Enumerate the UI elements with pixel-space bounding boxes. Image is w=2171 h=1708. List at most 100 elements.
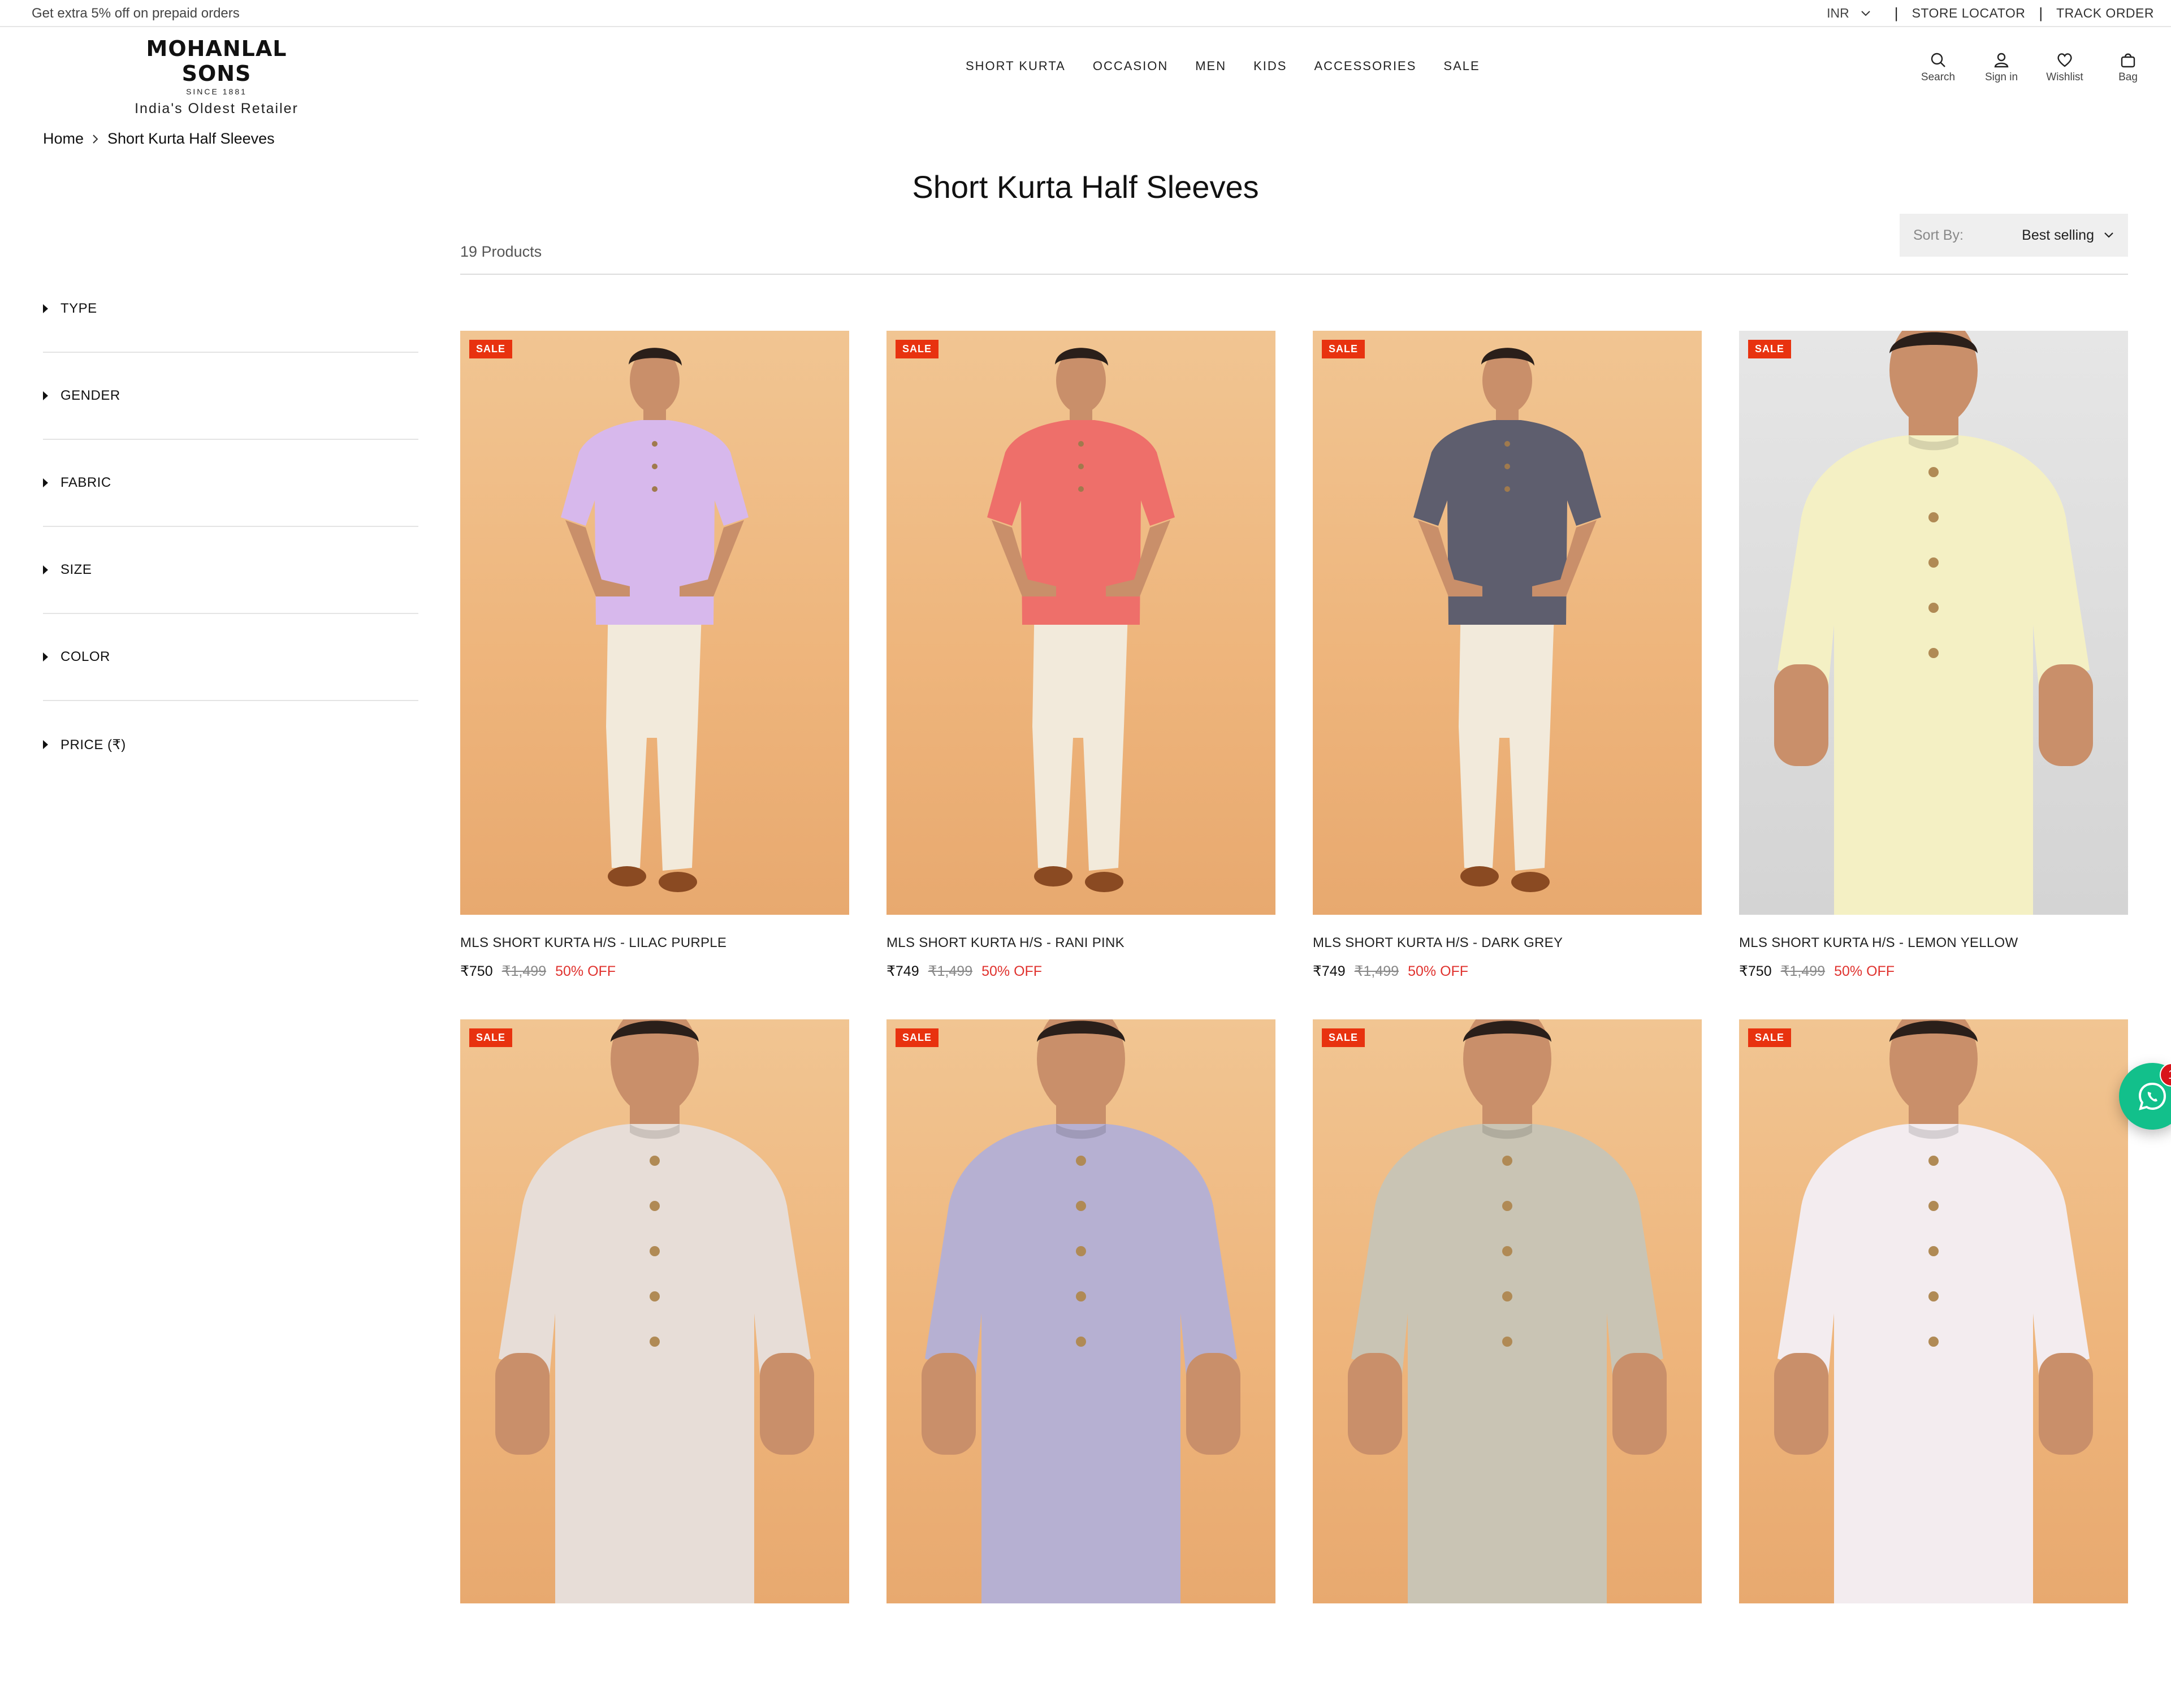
discount-label: 50% OFF — [981, 963, 1043, 979]
search-icon — [1931, 53, 1945, 67]
toolbar-divider — [460, 274, 2128, 275]
brand-since: SINCE 1881 — [186, 87, 247, 96]
currency-selector[interactable]: INR — [1827, 6, 1871, 21]
product-price: ₹750 ₹1,499 50% OFF — [1739, 963, 1895, 980]
sort-dropdown[interactable]: Sort By: Best selling — [1900, 214, 2128, 257]
sale-price: ₹750 — [460, 963, 493, 979]
filter-label: COLOR — [60, 649, 110, 664]
model-figure — [1774, 331, 2093, 915]
product-card[interactable]: SALE — [1313, 1019, 1702, 1708]
heart-icon — [2057, 53, 2072, 67]
sort-label: Sort By: — [1913, 227, 1964, 243]
product-image[interactable]: SALE — [886, 1019, 1275, 1603]
sale-badge: SALE — [469, 1028, 513, 1047]
page-title: Short Kurta Half Sleeves — [912, 169, 1259, 205]
product-card[interactable]: SALE MLS SHORT KURTA H/S - DARK GREY ₹74… — [1313, 331, 1702, 1019]
filter-type[interactable]: TYPE — [43, 266, 418, 353]
search-button[interactable]: Search — [1906, 51, 1970, 84]
product-price: ₹750 ₹1,499 50% OFF — [460, 963, 616, 980]
sale-badge: SALE — [896, 340, 939, 358]
track-order-link[interactable]: TRACK ORDER — [2056, 6, 2154, 21]
model-figure — [987, 348, 1175, 892]
filter-label: PRICE (₹) — [60, 737, 126, 753]
breadcrumb-home[interactable]: Home — [43, 130, 84, 148]
nav-sale[interactable]: SALE — [1443, 59, 1480, 73]
utility-links: INR | STORE LOCATOR | TRACK ORDER — [1827, 5, 2154, 22]
announcement-bar: Get extra 5% off on prepaid orders INR |… — [0, 0, 2171, 27]
nav-accessories[interactable]: ACCESSORIES — [1314, 59, 1416, 73]
model-figure — [1413, 348, 1601, 892]
filter-price[interactable]: PRICE (₹) — [43, 701, 418, 788]
sale-price: ₹749 — [1313, 963, 1346, 979]
filter-sidebar: TYPE GENDER FABRIC SIZE COLOR PRICE (₹) — [43, 266, 418, 788]
bag-button[interactable]: Bag — [2096, 51, 2160, 84]
model-figure — [495, 1019, 814, 1603]
wishlist-label: Wishlist — [2046, 71, 2083, 83]
caret-right-icon — [43, 565, 48, 574]
caret-right-icon — [43, 391, 48, 400]
user-icon — [1994, 53, 2009, 68]
original-price: ₹1,499 — [1354, 963, 1399, 979]
filter-label: GENDER — [60, 388, 120, 403]
nav-men[interactable]: MEN — [1195, 59, 1226, 73]
filter-gender[interactable]: GENDER — [43, 353, 418, 440]
product-card[interactable]: SALE MLS SHORT KURTA H/S - LEMON YELLOW … — [1739, 331, 2128, 1019]
brand-logo[interactable]: MOHANLAL SONS SINCE 1881 India's Oldest … — [123, 36, 310, 117]
main-nav: SHORT KURTA OCCASION MEN KIDS ACCESSORIE… — [966, 59, 1507, 73]
product-price: ₹749 ₹1,499 50% OFF — [886, 963, 1042, 980]
header-actions: Search Sign in Wishlist Bag — [1906, 51, 2160, 84]
product-image[interactable]: SALE — [1739, 331, 2128, 915]
sort-value: Best selling — [2022, 227, 2094, 243]
filter-size[interactable]: SIZE — [43, 527, 418, 614]
brand-tagline: India's Oldest Retailer — [135, 101, 299, 116]
product-image[interactable]: SALE — [1313, 331, 1702, 915]
search-label: Search — [1921, 71, 1956, 83]
product-card[interactable]: SALE — [886, 1019, 1275, 1708]
chevron-down-icon — [1861, 10, 1870, 16]
product-card[interactable]: SALE MLS SHORT KURTA H/S - RANI PINK ₹74… — [886, 331, 1275, 1019]
promo-text: Get extra 5% off on prepaid orders — [32, 6, 240, 21]
product-price: ₹749 ₹1,499 50% OFF — [1313, 963, 1468, 980]
chevron-down-icon — [2104, 232, 2113, 238]
sale-badge: SALE — [896, 1028, 939, 1047]
filter-label: FABRIC — [60, 475, 111, 490]
brand-name: MOHANLAL SONS — [146, 36, 287, 86]
product-card[interactable]: SALE — [1739, 1019, 2128, 1708]
product-name[interactable]: MLS SHORT KURTA H/S - LILAC PURPLE — [460, 935, 726, 951]
product-card[interactable]: SALE — [460, 1019, 849, 1708]
product-name[interactable]: MLS SHORT KURTA H/S - RANI PINK — [886, 935, 1125, 951]
caret-right-icon — [43, 652, 48, 661]
product-image[interactable]: SALE — [1313, 1019, 1702, 1603]
product-name[interactable]: MLS SHORT KURTA H/S - DARK GREY — [1313, 935, 1563, 951]
model-figure — [561, 348, 749, 892]
original-price: ₹1,499 — [501, 963, 547, 979]
original-price: ₹1,499 — [928, 963, 973, 979]
divider: | — [1894, 5, 1898, 21]
filter-fabric[interactable]: FABRIC — [43, 440, 418, 527]
product-image[interactable]: SALE — [886, 331, 1275, 915]
filter-color[interactable]: COLOR — [43, 614, 418, 701]
bag-label: Bag — [2118, 71, 2138, 83]
discount-label: 50% OFF — [1408, 963, 1469, 979]
model-figure — [922, 1019, 1240, 1603]
nav-short-kurta[interactable]: SHORT KURTA — [966, 59, 1066, 73]
store-locator-link[interactable]: STORE LOCATOR — [1912, 6, 2026, 21]
sign-in-button[interactable]: Sign in — [1970, 51, 2033, 84]
product-image[interactable]: SALE — [1739, 1019, 2128, 1603]
chevron-right-icon — [93, 134, 98, 144]
discount-label: 50% OFF — [1834, 963, 1895, 979]
filter-label: TYPE — [60, 301, 97, 316]
caret-right-icon — [43, 304, 48, 313]
nav-occasion[interactable]: OCCASION — [1093, 59, 1168, 73]
bag-icon — [2121, 53, 2135, 68]
breadcrumb-current: Short Kurta Half Sleeves — [107, 130, 275, 147]
product-count: 19 Products — [460, 243, 542, 260]
nav-kids[interactable]: KIDS — [1253, 59, 1287, 73]
product-image[interactable]: SALE — [460, 331, 849, 915]
wishlist-button[interactable]: Wishlist — [2033, 51, 2096, 84]
product-name[interactable]: MLS SHORT KURTA H/S - LEMON YELLOW — [1739, 935, 2018, 951]
sale-badge: SALE — [1748, 1028, 1792, 1047]
sale-price: ₹749 — [886, 963, 919, 979]
product-card[interactable]: SALE MLS SHORT KURTA H/S - LILAC PURPLE … — [460, 331, 849, 1019]
product-image[interactable]: SALE — [460, 1019, 849, 1603]
